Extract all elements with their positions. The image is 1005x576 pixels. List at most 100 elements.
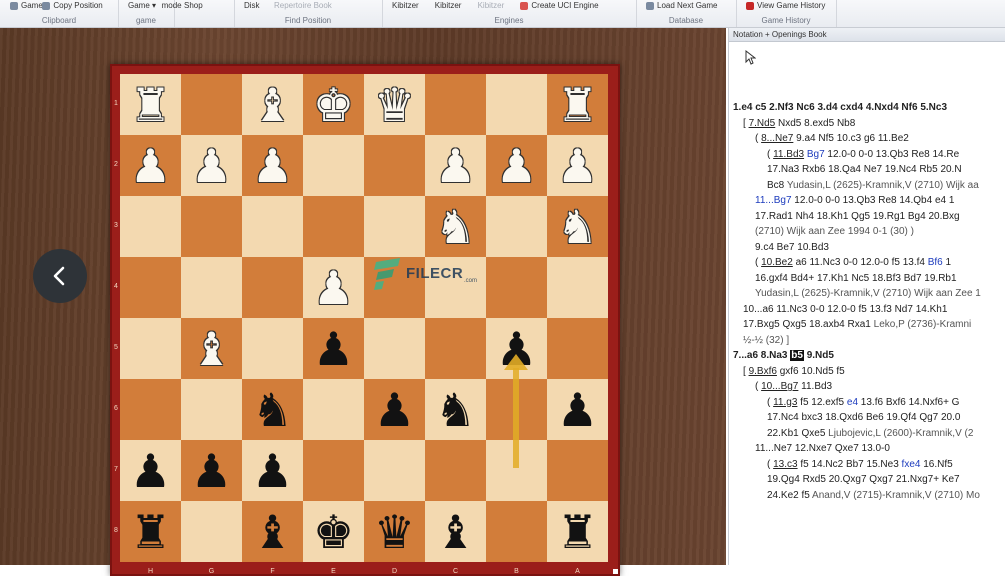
chess-piece[interactable]: ♟ [435,143,476,189]
notation-move[interactable]: (2710) Wijk aan Zee 1994 0-1 (30) ) [755,226,914,237]
notation-line[interactable]: [ 7.Nd5 Nxd5 8.exd5 Nb8 [729,116,1005,132]
board-square[interactable]: ♞ [547,196,608,257]
board-square[interactable] [425,318,486,379]
chess-piece[interactable]: ♟ [313,326,354,372]
board-square[interactable] [364,318,425,379]
chess-piece[interactable]: ♞ [252,387,293,433]
notation-moves[interactable]: 1.e4 c5 2.Nf3 Nc6 3.d4 cxd4 4.Nxd4 Nf6 5… [729,100,1005,503]
board-square[interactable]: ♜ [120,501,181,562]
board-square[interactable] [242,257,303,318]
notation-move[interactable]: Bg7 [807,149,825,160]
board-square[interactable] [364,440,425,501]
board-square[interactable]: ♟ [181,440,242,501]
notation-move[interactable]: 12.0-0 0-0 13.Qb3 Re8 14.Re [825,149,959,160]
notation-move[interactable]: Yudasin,L (2625)-Kramnik,V (2710) Wijk a… [755,288,981,299]
notation-line[interactable]: 16.gxf4 Bd4+ 17.Kh1 Nc5 18.Bf3 Bd7 19.Rb… [729,271,1005,287]
board-square[interactable]: ♟ [242,440,303,501]
chess-piece[interactable]: ♟ [252,143,293,189]
chess-piece[interactable]: ♜ [557,82,598,128]
notation-line[interactable]: 9.c4 Be7 10.Bd3 [729,240,1005,256]
notation-move[interactable]: Bf6 [928,257,943,268]
notation-move[interactable]: 17.Na3 Rxb6 18.Qa4 Ne7 19.Nc4 Rb5 20.N [767,164,962,175]
board-square[interactable]: ♝ [242,74,303,135]
board-square[interactable] [486,501,547,562]
chess-piece[interactable]: ♚ [313,509,354,555]
notation-move[interactable]: 22.Kb1 Qxe5 [767,428,828,439]
board-square[interactable]: ♝ [425,501,486,562]
notation-line[interactable]: [ 9.Bxf6 gxf6 10.Nd5 f5 [729,364,1005,380]
notation-move[interactable]: 17.Nc4 bxc3 18.Qxd6 Be6 19.Qf4 Qg7 20.0 [767,412,960,423]
chess-piece[interactable]: ♟ [313,265,354,311]
notation-line[interactable]: 7...a6 8.Na3 b5 9.Nd5 [729,348,1005,364]
chess-piece[interactable]: ♝ [191,326,232,372]
board-square[interactable]: ♛ [364,74,425,135]
notation-line[interactable]: 22.Kb1 Qxe5 Ljubojevic,L (2600)-Kramnik,… [729,426,1005,442]
notation-line[interactable]: 11...Bg7 12.0-0 0-0 13.Qb3 Re8 14.Qb4 e4… [729,193,1005,209]
board-square[interactable]: ♟ [425,135,486,196]
board-square[interactable]: ♜ [547,74,608,135]
chess-piece[interactable]: ♝ [252,509,293,555]
board-square[interactable] [486,257,547,318]
notation-move[interactable]: 12.0-0 0-0 13.Qb3 Re8 14.Qb4 e4 1 [792,195,954,206]
notation-move[interactable]: 17.Rad1 Nh4 18.Kh1 Qg5 19.Rg1 Bg4 20.Bxg [755,211,960,222]
ribbon-button[interactable]: Create UCI Engine [520,1,599,10]
chess-piece[interactable]: ♟ [374,387,415,433]
board-square[interactable]: ♞ [242,379,303,440]
chess-piece[interactable]: ♞ [557,204,598,250]
board-square[interactable] [181,74,242,135]
notation-move[interactable]: Nxd5 8.exd5 Nb8 [775,118,855,129]
notation-move[interactable]: 9.a4 Nf5 10.c3 g6 11.Be2 [793,133,909,144]
notation-move[interactable]: 8...Ne7 [761,133,793,144]
notation-move[interactable]: 11.Bd3 [798,381,832,392]
ribbon-button[interactable]: View Game History [746,1,825,10]
notation-move[interactable]: 9.Nd5 [804,350,834,361]
notation-move[interactable]: f5 12.exf5 [797,397,846,408]
ribbon-button[interactable]: Kibitzer [478,1,505,10]
ribbon-button[interactable]: Kibitzer [435,1,462,10]
board-square[interactable] [120,257,181,318]
board-square[interactable] [303,196,364,257]
notation-line[interactable]: Yudasin,L (2625)-Kramnik,V (2710) Wijk a… [729,286,1005,302]
notation-move[interactable]: ½-½ (32) ] [743,335,789,346]
notation-move[interactable]: Bc8 [767,180,787,191]
notation-move[interactable]: 16.Nf5 [920,459,952,470]
board-square[interactable]: ♟ [486,135,547,196]
board-square[interactable] [486,74,547,135]
notation-line[interactable]: 11...Ne7 12.Nxe7 Qxe7 13.0-0 [729,441,1005,457]
notation-move[interactable]: Leko,P (2736)-Kramni [874,319,972,330]
board-square[interactable]: ♟ [242,135,303,196]
notation-move[interactable]: Ljubojevic,L (2600)-Kramnik,V (2 [828,428,973,439]
ribbon-button[interactable]: Copy Position [42,1,103,10]
chess-piece[interactable]: ♟ [191,448,232,494]
notation-move[interactable]: 11.g3 [773,397,797,408]
chess-piece[interactable]: ♟ [130,448,171,494]
chess-piece[interactable]: ♟ [557,387,598,433]
chess-piece[interactable]: ♝ [435,509,476,555]
ribbon-button[interactable]: Repertoire Book [274,1,332,10]
board-square[interactable] [181,501,242,562]
notation-line[interactable]: ( 11.g3 f5 12.exf5 e4 13.f6 Bxf6 14.Nxf6… [729,395,1005,411]
notation-move[interactable]: 13.f6 Bxf6 14.Nxf6+ G [858,397,960,408]
notation-move[interactable]: Yudasin,L (2625)-Kramnik,V (2710) Wijk a… [787,180,979,191]
notation-move[interactable]: 9.c4 Be7 10.Bd3 [755,242,829,253]
notation-move[interactable]: 10...Bg7 [761,381,798,392]
notation-line[interactable]: 10...a6 11.Nc3 0-0 12.0-0 f5 13.f3 Nd7 1… [729,302,1005,318]
chess-piece[interactable]: ♞ [435,204,476,250]
notation-move[interactable]: e4 [847,397,858,408]
board-square[interactable] [486,196,547,257]
board-square[interactable] [547,257,608,318]
notation-move[interactable]: 9.Bxf6 [749,366,777,377]
notation-move[interactable]: 16.gxf4 Bd4+ 17.Kh1 Nc5 18.Bf3 Bd7 19.Rb… [755,273,957,284]
notation-move[interactable]: 17.Bxg5 Qxg5 18.axb4 Rxa1 [743,319,874,330]
board-square[interactable]: ♚ [303,501,364,562]
board-square[interactable]: ♟ [547,135,608,196]
ribbon-button[interactable]: Game [10,1,43,10]
ribbon-button[interactable]: Kibitzer [392,1,419,10]
current-move[interactable]: b5 [790,350,804,361]
notation-line[interactable]: ( 13.c3 f5 14.Nc2 Bb7 15.Ne3 fxe4 16.Nf5 [729,457,1005,473]
chess-board[interactable]: ♜ ♝ ♚ ♛ ♜ ♟ ♟ ♟ ♟ ♟ ♟ ♞ ♞ ♟ ♝ ♟ ♟ ♞ ♟ ♞ ♟ ♟ ♟ ♟ ♜ ♝ ♚ ♛ ♝ ♜ [120,74,608,562]
notation-move[interactable]: 7...a6 8.Na3 [733,350,790,361]
notation-line[interactable]: 1.e4 c5 2.Nf3 Nc6 3.d4 cxd4 4.Nxd4 Nf6 5… [729,100,1005,116]
notation-line[interactable]: 17.Na3 Rxb6 18.Qa4 Ne7 19.Nc4 Rb5 20.N [729,162,1005,178]
board-square[interactable]: ♞ [425,379,486,440]
